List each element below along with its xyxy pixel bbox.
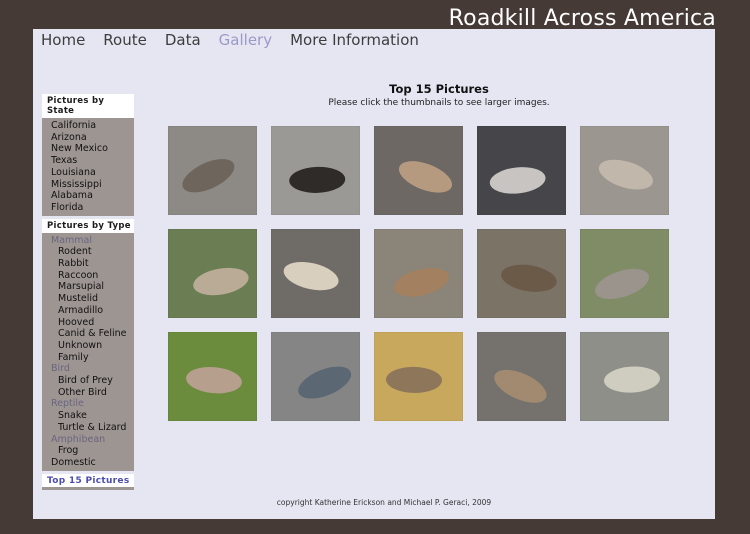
type-list: Mammal Rodent Rabbit Raccoon Marsupial M…	[42, 232, 134, 471]
sidebar: Pictures by State California Arizona New…	[42, 94, 134, 490]
state-mississippi[interactable]: Mississippi	[42, 179, 134, 191]
thumbnail-3[interactable]	[374, 126, 463, 215]
thumbnail-13[interactable]	[374, 332, 463, 421]
state-alabama[interactable]: Alabama	[42, 190, 134, 202]
state-texas[interactable]: Texas	[42, 155, 134, 167]
thumbnail-9[interactable]	[477, 229, 566, 318]
top-nav: Home Route Data Gallery More Information	[41, 31, 437, 49]
type-rodent[interactable]: Rodent	[42, 246, 134, 258]
state-louisiana[interactable]: Louisiana	[42, 167, 134, 179]
site-title: Roadkill Across America	[448, 6, 716, 31]
type-bird-of-prey[interactable]: Bird of Prey	[42, 375, 134, 387]
state-florida[interactable]: Florida	[42, 202, 134, 214]
type-reptile: Reptile	[51, 398, 84, 410]
thumbnail-8[interactable]	[374, 229, 463, 318]
thumbnail-7[interactable]	[271, 229, 360, 318]
type-bird: Bird	[51, 363, 70, 375]
thumbnail-15[interactable]	[580, 332, 669, 421]
thumbnail-11[interactable]	[168, 332, 257, 421]
gallery-subtitle: Please click the thumbnails to see large…	[328, 98, 550, 108]
thumbnail-12[interactable]	[271, 332, 360, 421]
type-unknown-family[interactable]: Unknown Family	[42, 340, 134, 363]
thumbnail-5[interactable]	[580, 126, 669, 215]
type-amphibean: Amphibean	[51, 433, 106, 445]
type-frog[interactable]: Frog	[42, 445, 134, 457]
type-armadillo[interactable]: Armadillo	[42, 305, 134, 317]
page-panel: Home Route Data Gallery More Information…	[33, 29, 715, 519]
thumbnail-6[interactable]	[168, 229, 257, 318]
state-arizona[interactable]: Arizona	[42, 132, 134, 144]
thumbnail-4[interactable]	[477, 126, 566, 215]
thumbnail-10[interactable]	[580, 229, 669, 318]
gallery-header: Top 15 Pictures Please click the thumbna…	[33, 82, 715, 108]
type-mammal: Mammal	[51, 234, 92, 246]
type-snake[interactable]: Snake	[42, 410, 134, 422]
top-15-pictures-link[interactable]: Top 15 Pictures	[42, 473, 134, 490]
state-new-mexico[interactable]: New Mexico	[42, 143, 134, 155]
pictures-by-type-heading: Pictures by Type	[42, 218, 134, 233]
type-domestic[interactable]: Domestic	[42, 457, 134, 469]
nav-data[interactable]: Data	[165, 31, 201, 49]
gallery-title: Top 15 Pictures	[389, 82, 489, 96]
nav-home[interactable]: Home	[41, 31, 85, 49]
nav-gallery[interactable]: Gallery	[219, 31, 272, 49]
type-mustelid[interactable]: Mustelid	[42, 293, 134, 305]
type-other-bird[interactable]: Other Bird	[42, 387, 134, 399]
type-hooved[interactable]: Hooved	[42, 317, 134, 329]
state-list: California Arizona New Mexico Texas Loui…	[42, 118, 134, 216]
type-raccoon[interactable]: Raccoon	[42, 270, 134, 282]
thumbnail-14[interactable]	[477, 332, 566, 421]
type-rabbit[interactable]: Rabbit	[42, 258, 134, 270]
state-california[interactable]: California	[42, 120, 134, 132]
copyright-footer: copyright Katherine Erickson and Michael…	[276, 498, 492, 507]
thumbnail-1[interactable]	[168, 126, 257, 215]
thumbnail-2[interactable]	[271, 126, 360, 215]
nav-more-information[interactable]: More Information	[290, 31, 419, 49]
type-turtle-lizard[interactable]: Turtle & Lizard	[42, 422, 134, 434]
type-canid-feline[interactable]: Canid & Feline	[42, 328, 134, 340]
type-marsupial[interactable]: Marsupial	[42, 281, 134, 293]
nav-route[interactable]: Route	[103, 31, 147, 49]
